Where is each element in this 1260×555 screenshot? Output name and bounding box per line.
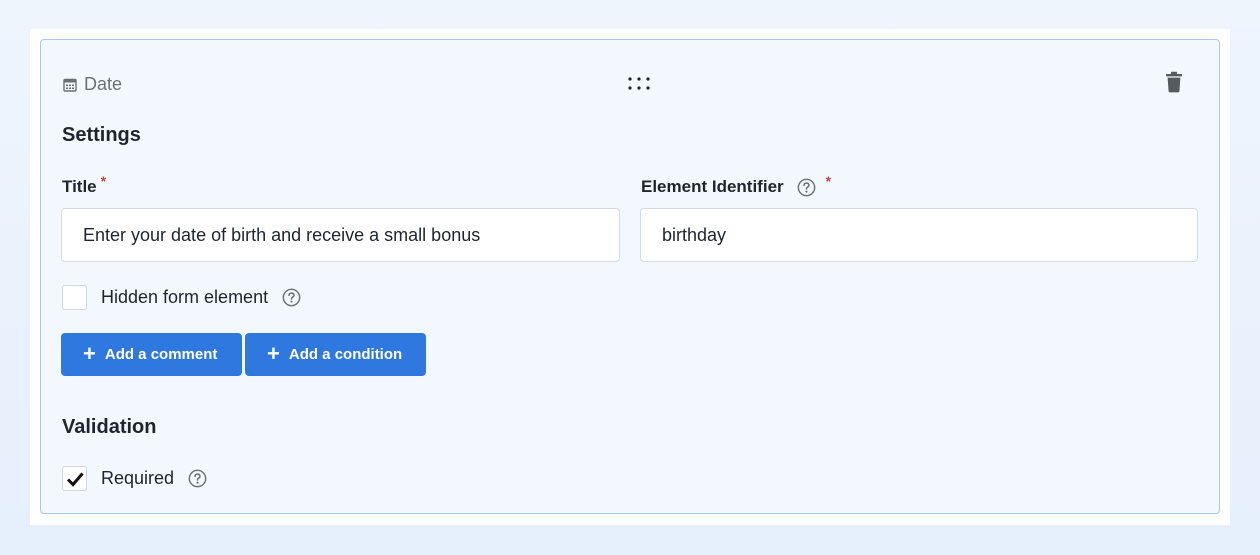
add-condition-label: Add a condition [288, 346, 403, 363]
required-checkbox[interactable] [62, 466, 87, 491]
identifier-label-text: Element Identifier [641, 177, 784, 196]
title-label-text: Title [62, 177, 97, 196]
required-row: Required [62, 466, 207, 491]
add-condition-button[interactable]: + Add a condition [245, 333, 426, 376]
hidden-element-checkbox[interactable] [62, 285, 87, 310]
settings-heading: Settings [62, 124, 141, 146]
required-label: Required [101, 468, 175, 488]
hidden-element-row: Hidden form element [62, 285, 301, 310]
element-type-text: Date [84, 74, 123, 94]
title-input[interactable] [61, 208, 620, 262]
form-element-card: Date Settings Title * Element Identifier… [40, 39, 1220, 514]
identifier-required-star: * [825, 173, 832, 189]
plus-icon: + [267, 340, 280, 366]
calendar-icon [63, 78, 77, 92]
hidden-element-label: Hidden form element [101, 287, 269, 307]
title-field-label: Title * [62, 173, 106, 197]
trash-icon[interactable] [1165, 71, 1183, 93]
card-header: Date [41, 40, 1219, 128]
add-comment-label: Add a comment [104, 346, 218, 363]
plus-icon: + [83, 340, 96, 366]
help-icon[interactable] [282, 288, 301, 307]
drag-handle-icon[interactable] [627, 76, 651, 92]
identifier-field-label: Element Identifier * [641, 173, 831, 197]
help-icon[interactable] [797, 178, 816, 197]
validation-heading: Validation [62, 416, 157, 438]
element-type-label: Date [63, 74, 122, 95]
title-required-star: * [100, 173, 107, 189]
identifier-input[interactable] [640, 208, 1198, 262]
add-comment-button[interactable]: + Add a comment [61, 333, 242, 376]
checkmark-icon [66, 472, 84, 487]
help-icon[interactable] [188, 469, 207, 488]
